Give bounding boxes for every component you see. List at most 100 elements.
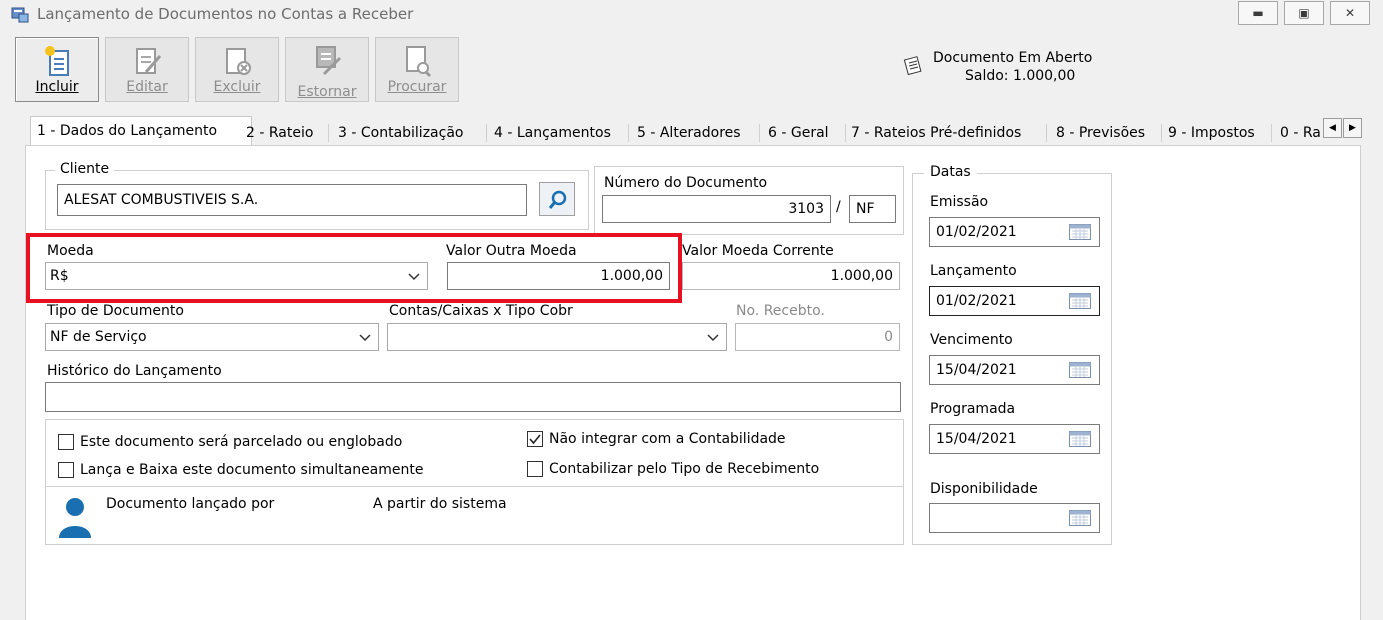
calendar-icon[interactable]: [1069, 510, 1091, 526]
tab-scroll-right-button[interactable]: ▶: [1343, 118, 1362, 138]
tab-strip: 1 - Dados do Lançamento 2 - Rateio 3 - C…: [16, 116, 1366, 146]
tab-separator: [759, 124, 760, 142]
cliente-search-button[interactable]: [539, 182, 575, 216]
datas-title: Datas: [924, 164, 977, 180]
procurar-button[interactable]: Procurar: [375, 37, 459, 102]
numero-tipo-input[interactable]: NF: [849, 195, 896, 223]
new-document-icon: [45, 46, 69, 76]
contas-select[interactable]: [387, 323, 727, 351]
editar-label: Editar: [126, 79, 168, 95]
programada-label: Programada: [930, 401, 1016, 417]
tab-previsoes[interactable]: 8 - Previsões: [1056, 121, 1145, 145]
incluir-label: Incluir: [35, 79, 79, 95]
close-icon: ✕: [1344, 6, 1356, 20]
emissao-label: Emissão: [930, 194, 989, 210]
chevron-down-icon: [707, 334, 719, 342]
lancamento-input[interactable]: 01/02/2021: [929, 286, 1100, 316]
document-balance: Saldo: 1.000,00: [965, 68, 1076, 84]
tipo-documento-label: Tipo de Documento: [47, 303, 184, 319]
lanca-baixa-label: Lança e Baixa este documento simultaneam…: [80, 462, 424, 478]
emissao-input[interactable]: 01/02/2021: [929, 217, 1100, 247]
app-icon: [11, 7, 29, 23]
excluir-button[interactable]: Excluir: [195, 37, 279, 102]
user-icon: [59, 498, 91, 538]
excluir-label: Excluir: [213, 79, 261, 95]
arrow-left-icon: ◀: [1329, 123, 1336, 133]
incluir-button[interactable]: Incluir: [15, 37, 99, 102]
vencimento-input[interactable]: 15/04/2021: [929, 355, 1100, 385]
close-button[interactable]: ✕: [1330, 1, 1370, 25]
programada-value: 15/04/2021: [936, 431, 1017, 447]
tab-alteradores[interactable]: 5 - Alteradores: [637, 121, 741, 145]
disponibilidade-input[interactable]: [929, 503, 1100, 533]
tab-scroll-left-button[interactable]: ◀: [1323, 118, 1342, 138]
vencimento-value: 15/04/2021: [936, 362, 1017, 378]
contabilizar-checkbox[interactable]: Contabilizar pelo Tipo de Recebimento: [527, 461, 819, 477]
historico-label: Histórico do Lançamento: [47, 363, 222, 379]
tab-impostos[interactable]: 9 - Impostos: [1168, 121, 1255, 145]
valor-corrente-input[interactable]: 1.000,00: [682, 262, 900, 290]
contabilizar-label: Contabilizar pelo Tipo de Recebimento: [549, 461, 820, 477]
checkbox-box: [527, 461, 543, 477]
arrow-right-icon: ▶: [1349, 123, 1356, 133]
programada-input[interactable]: 15/04/2021: [929, 424, 1100, 454]
estornar-button[interactable]: Estornar: [285, 37, 369, 102]
tab-separator: [628, 124, 629, 142]
tab-lancamentos[interactable]: 4 - Lançamentos: [494, 121, 611, 145]
cliente-label: Cliente: [55, 161, 115, 177]
lanca-baixa-checkbox[interactable]: Lança e Baixa este documento simultaneam…: [58, 462, 424, 478]
checkmark-icon: [529, 434, 541, 445]
highlight-box: [26, 233, 682, 303]
calendar-icon[interactable]: [1069, 362, 1091, 378]
tab-rateios-predefinidos[interactable]: 7 - Rateios Pré-definidos: [851, 121, 1021, 145]
minimize-icon: ▬: [1252, 6, 1264, 20]
maximize-button[interactable]: ▣: [1284, 1, 1324, 25]
tab-separator: [1046, 124, 1047, 142]
nao-integrar-label: Não integrar com a Contabilidade: [549, 431, 786, 447]
origem-label: A partir do sistema: [373, 496, 507, 512]
tab-dados-lancamento[interactable]: 1 - Dados do Lançamento: [30, 116, 252, 146]
checkbox-box: [58, 434, 74, 450]
editar-button[interactable]: Editar: [105, 37, 189, 102]
lancamento-value: 01/02/2021: [936, 293, 1017, 309]
lancamento-label: Lançamento: [930, 263, 1017, 279]
lancado-por-label: Documento lançado por: [106, 496, 275, 512]
tab-geral[interactable]: 6 - Geral: [768, 121, 829, 145]
vencimento-label: Vencimento: [930, 332, 1013, 348]
checkbox-box-checked: [527, 431, 543, 447]
procurar-label: Procurar: [387, 79, 447, 95]
tab-separator: [1271, 124, 1272, 142]
tab-contabilizacao[interactable]: 3 - Contabilização: [338, 121, 463, 145]
tipo-documento-select[interactable]: NF de Serviço: [45, 323, 379, 351]
historico-input[interactable]: [45, 382, 901, 412]
tipo-documento-value: NF de Serviço: [50, 329, 147, 345]
tab-rateio[interactable]: 2 - Rateio: [246, 121, 313, 145]
checkbox-box: [58, 462, 74, 478]
window-title: Lançamento de Documentos no Contas a Rec…: [37, 5, 414, 23]
parcelado-checkbox[interactable]: Este documento será parcelado ou engloba…: [58, 434, 402, 450]
document-status: Documento Em Aberto: [933, 50, 1093, 66]
numero-label: Número do Documento: [604, 175, 768, 191]
title-bar: Lançamento de Documentos no Contas a Rec…: [0, 0, 1383, 30]
calendar-icon[interactable]: [1069, 293, 1091, 309]
recebto-label: No. Recebto.: [736, 303, 825, 319]
search-icon: [548, 190, 567, 209]
tab-separator: [1161, 124, 1162, 142]
estornar-label: Estornar: [297, 84, 357, 100]
tab-separator: [486, 124, 487, 142]
emissao-value: 01/02/2021: [936, 224, 1017, 240]
search-document-icon: [406, 46, 432, 78]
divider: [46, 486, 903, 487]
delete-document-icon: [226, 48, 251, 75]
calendar-icon[interactable]: [1069, 224, 1091, 240]
minimize-button[interactable]: ▬: [1238, 1, 1278, 25]
contas-label: Contas/Caixas x Tipo Cobr: [389, 303, 573, 319]
recebto-input: 0: [735, 323, 900, 351]
numero-input[interactable]: 3103: [602, 195, 831, 223]
cliente-input[interactable]: ALESAT COMBUSTIVEIS S.A.: [57, 184, 527, 216]
nao-integrar-checkbox[interactable]: Não integrar com a Contabilidade: [527, 431, 786, 447]
calendar-icon[interactable]: [1069, 431, 1091, 447]
chevron-down-icon: [359, 334, 371, 342]
tab-separator: [845, 124, 846, 142]
numero-separator: /: [836, 199, 841, 215]
